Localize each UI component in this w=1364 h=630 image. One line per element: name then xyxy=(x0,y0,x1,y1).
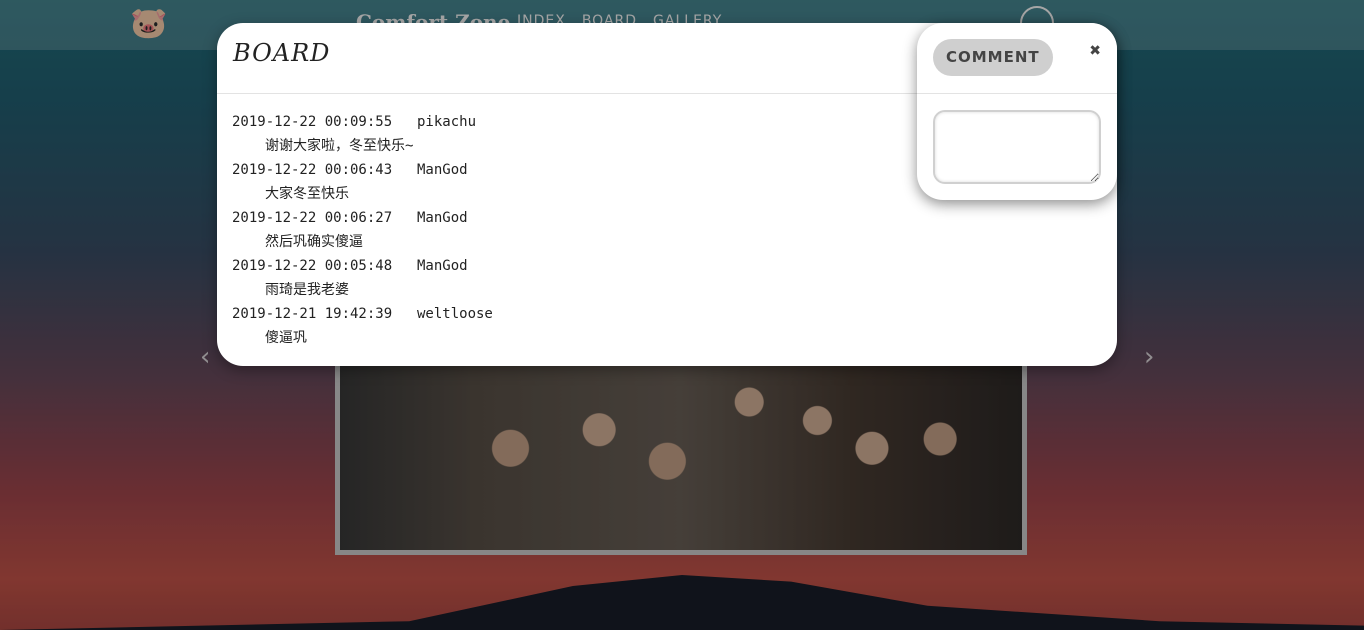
board-post: 2019-12-22 00:06:27 ManGod 然后巩确实傻逼 xyxy=(232,206,1102,254)
board-post: 2019-12-22 00:05:48 ManGod 雨琦是我老婆 xyxy=(232,254,1102,302)
comment-header: COMMENT ✖ xyxy=(917,23,1117,94)
post-user: pikachu xyxy=(417,114,477,130)
post-user: ManGod xyxy=(417,210,468,226)
post-message: 然后巩确实傻逼 xyxy=(265,234,363,250)
post-time: 2019-12-22 00:05:48 xyxy=(232,258,393,274)
post-time: 2019-12-21 19:42:39 xyxy=(232,306,393,322)
comment-button[interactable]: COMMENT xyxy=(933,39,1053,76)
post-message: 傻逼巩 xyxy=(265,330,307,346)
post-user: ManGod xyxy=(417,162,468,178)
comment-textarea[interactable] xyxy=(933,110,1101,184)
post-message: 雨琦是我老婆 xyxy=(265,282,349,298)
post-user: ManGod xyxy=(417,258,468,274)
close-icon[interactable]: ✖ xyxy=(1089,43,1101,59)
comment-modal: COMMENT ✖ xyxy=(917,23,1117,200)
post-time: 2019-12-22 00:06:43 xyxy=(232,162,393,178)
post-time: 2019-12-22 00:06:27 xyxy=(232,210,393,226)
post-time: 2019-12-22 00:09:55 xyxy=(232,114,393,130)
board-title: BOARD xyxy=(233,39,331,67)
board-post: 2019-12-21 19:42:39 weltloose 傻逼巩 xyxy=(232,302,1102,350)
post-user: weltloose xyxy=(417,306,493,322)
